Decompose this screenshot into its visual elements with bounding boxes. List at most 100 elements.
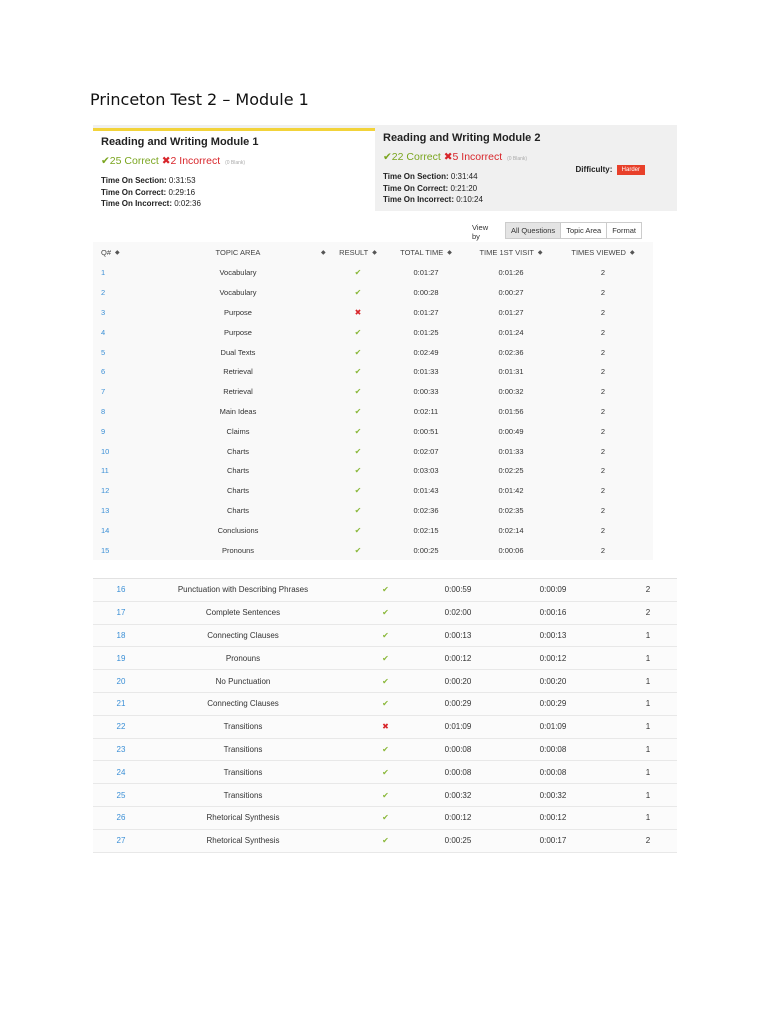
question-link[interactable]: 6 xyxy=(101,367,105,376)
check-icon: ✔ xyxy=(354,525,362,535)
check-icon: ✔ xyxy=(354,387,362,397)
question-link[interactable]: 27 xyxy=(117,836,126,845)
question-link[interactable]: 7 xyxy=(101,387,105,396)
question-link[interactable]: 17 xyxy=(117,608,126,617)
question-link[interactable]: 5 xyxy=(101,348,105,357)
question-link[interactable]: 25 xyxy=(117,791,126,800)
col-result-header[interactable]: RESULT ◆ xyxy=(333,242,383,263)
topic-cell: Connecting Clauses xyxy=(207,699,279,709)
col-first-visit-label: TIME 1ST VISIT xyxy=(479,248,534,257)
question-link[interactable]: 11 xyxy=(101,466,109,475)
question-link[interactable]: 12 xyxy=(101,486,109,495)
question-link[interactable]: 14 xyxy=(101,526,109,535)
result-cell: ✔ xyxy=(333,263,383,283)
question-number-cell: 10 xyxy=(101,441,131,461)
question-link[interactable]: 18 xyxy=(117,631,126,640)
result-cell: ✔ xyxy=(333,362,383,382)
question-link[interactable]: 20 xyxy=(117,677,126,686)
view-format-button[interactable]: Format xyxy=(606,223,641,238)
table-row: 19 Pronouns ✔ 0:00:12 0:00:12 1 xyxy=(93,647,677,671)
topic-cell: Claims xyxy=(226,426,250,436)
first-visit-cell: 0:00:16 xyxy=(539,608,567,618)
first-visit-cell: 0:00:32 xyxy=(498,387,524,397)
total-time-cell: 0:00:29 xyxy=(444,699,472,709)
topic-cell: Pronouns xyxy=(225,653,261,663)
col-q-label: Q# xyxy=(101,248,112,257)
view-by-label: View by xyxy=(472,223,489,241)
cross-icon: ✖ xyxy=(382,722,389,732)
check-icon: ✔ xyxy=(382,608,389,618)
col-views-header[interactable]: TIMES VIEWED ◆ xyxy=(563,242,643,263)
view-all-questions-button[interactable]: All Questions xyxy=(506,223,561,238)
first-visit-cell: 0:02:36 xyxy=(498,347,524,357)
question-link[interactable]: 22 xyxy=(117,722,126,731)
question-link[interactable]: 13 xyxy=(101,506,109,515)
check-icon: ✔ xyxy=(382,653,389,663)
table-row: 3 Purpose ✖ 0:01:27 0:01:27 2 xyxy=(93,303,653,323)
question-link[interactable]: 4 xyxy=(101,328,105,337)
table-row: 17 Complete Sentences ✔ 0:02:00 0:00:16 2 xyxy=(93,602,677,625)
difficulty-label: Difficulty: xyxy=(575,165,613,175)
question-link[interactable]: 8 xyxy=(101,407,105,416)
total-time-cell: 0:01:09 xyxy=(444,722,472,732)
first-visit-cell: 0:00:32 xyxy=(539,790,567,800)
col-views-label: TIMES VIEWED xyxy=(571,248,626,257)
times-viewed-cell: 2 xyxy=(600,307,606,317)
question-link[interactable]: 9 xyxy=(101,427,105,436)
question-link[interactable]: 23 xyxy=(117,745,126,754)
question-link[interactable]: 24 xyxy=(117,768,126,777)
col-total-header[interactable]: TOTAL TIME ◆ xyxy=(391,242,461,263)
table-row: 16 Punctuation with Describing Phrases ✔ 0:… xyxy=(93,579,677,602)
first-visit-cell: 0:02:14 xyxy=(498,525,524,535)
result-cell: ✔ xyxy=(333,540,383,560)
col-topic-header[interactable]: TOPIC AREA xyxy=(153,242,323,263)
result-cell: ✔ xyxy=(333,342,383,362)
check-icon: ✔ xyxy=(354,406,362,416)
question-number-cell: 13 xyxy=(101,501,131,521)
first-visit-cell: 0:01:27 xyxy=(498,307,524,317)
sort-icon: ◆ xyxy=(115,250,120,256)
total-time-cell: 0:00:33 xyxy=(413,387,439,397)
question-link[interactable]: 16 xyxy=(117,585,126,594)
question-number-cell: 15 xyxy=(101,540,131,560)
first-visit-cell: 0:00:20 xyxy=(539,676,567,686)
total-time-cell: 0:02:36 xyxy=(413,505,439,515)
view-topic-area-button[interactable]: Topic Area xyxy=(560,223,607,238)
module-title: Reading and Writing Module 2 xyxy=(383,132,541,144)
stat-value: 0:31:44 xyxy=(450,172,478,181)
col-topic-sort[interactable]: ◆ xyxy=(317,242,327,263)
module-2-tab[interactable]: Reading and Writing Module 2 ✔22 Correct… xyxy=(375,125,677,211)
first-visit-cell: 0:00:08 xyxy=(539,767,567,777)
check-icon: ✔ xyxy=(354,486,362,496)
question-link[interactable]: 3 xyxy=(101,308,105,317)
table-row: 27 Rhetorical Synthesis ✔ 0:00:25 0:00:17 2 xyxy=(93,830,677,853)
table-row: 21 Connecting Clauses ✔ 0:00:29 0:00:29 1 xyxy=(93,693,677,716)
first-visit-cell: 0:00:13 xyxy=(539,630,567,640)
correct-count: ✔22 Correct xyxy=(383,151,441,163)
module-tabs: Reading and Writing Module 1 ✔25 Correct… xyxy=(93,125,677,214)
times-viewed-cell: 1 xyxy=(645,653,651,663)
result-cell: ✔ xyxy=(363,807,408,829)
times-viewed-cell: 2 xyxy=(600,288,606,298)
question-link[interactable]: 26 xyxy=(117,813,126,822)
total-time-cell: 0:00:51 xyxy=(413,426,439,436)
question-link[interactable]: 21 xyxy=(117,699,126,708)
question-link[interactable]: 1 xyxy=(101,268,105,277)
col-first-visit-header[interactable]: TIME 1ST VISIT ◆ xyxy=(476,242,546,263)
question-link[interactable]: 10 xyxy=(101,447,109,456)
result-cell: ✔ xyxy=(363,670,408,692)
first-visit-cell: 0:00:12 xyxy=(539,653,567,663)
question-link[interactable]: 19 xyxy=(117,654,126,663)
question-link[interactable]: 2 xyxy=(101,288,105,297)
module-1-tab[interactable]: Reading and Writing Module 1 ✔25 Correct… xyxy=(93,128,375,214)
result-cell: ✔ xyxy=(333,501,383,521)
topic-cell: Purpose xyxy=(224,307,252,317)
question-number-cell: 26 xyxy=(101,807,141,829)
blank-count: (0 Blank) xyxy=(507,156,528,162)
question-link[interactable]: 15 xyxy=(101,546,109,555)
topic-cell: Conclusions xyxy=(217,525,259,535)
check-icon: ✔ xyxy=(382,744,389,754)
col-q-header[interactable]: Q# ◆ xyxy=(101,242,131,263)
table-row: 9 Claims ✔ 0:00:51 0:00:49 2 xyxy=(93,421,653,441)
check-icon: ✔ xyxy=(354,288,362,298)
